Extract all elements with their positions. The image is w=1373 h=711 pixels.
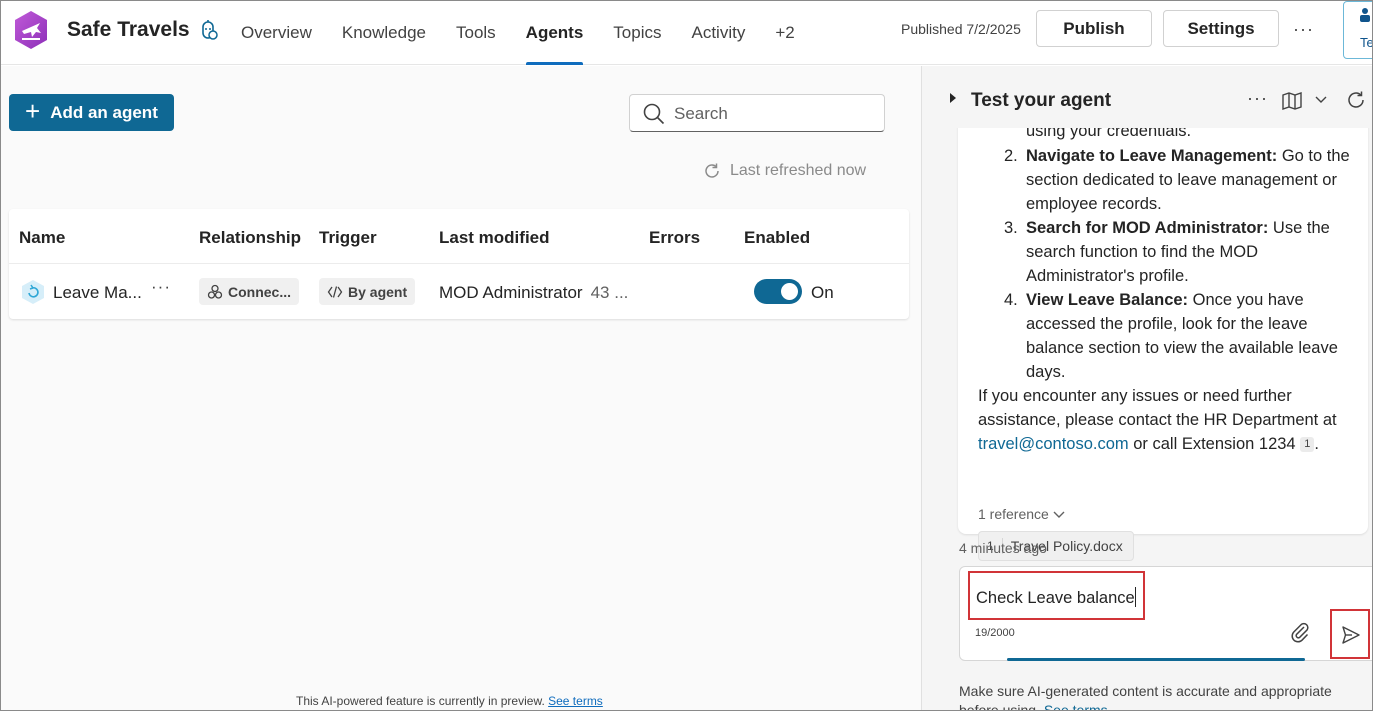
send-icon xyxy=(1342,626,1360,644)
tab-topics[interactable]: Topics xyxy=(601,1,673,65)
character-counter: 19/2000 xyxy=(975,627,1015,639)
step-title: Search for MOD Administrator: xyxy=(1026,219,1269,237)
refresh-icon xyxy=(705,163,719,178)
main-nav: Overview Knowledge Tools Agents Topics A… xyxy=(229,1,813,65)
tab-overflow[interactable]: +2 xyxy=(763,1,806,65)
search-icon xyxy=(643,103,665,125)
last-modified-by: MOD Administrator xyxy=(439,283,583,302)
closing-end: . xyxy=(1314,435,1319,453)
attach-icon[interactable] xyxy=(1290,621,1310,643)
step-item: Navigate to Leave Management: Go to the … xyxy=(1026,144,1351,216)
tab-activity[interactable]: Activity xyxy=(679,1,757,65)
disclaimer-text: Make sure AI-generated content is accura… xyxy=(959,683,1332,711)
tab-tools[interactable]: Tools xyxy=(444,1,508,65)
step-title: View Leave Balance: xyxy=(1026,291,1189,309)
collapse-caret-icon[interactable] xyxy=(950,93,956,103)
closing-text-2: or call Extension 1234 xyxy=(1133,435,1296,453)
person-icon xyxy=(1360,8,1370,22)
email-link[interactable]: travel@contoso.com xyxy=(978,435,1129,453)
trigger-chip: By agent xyxy=(319,278,416,305)
tab-knowledge[interactable]: Knowledge xyxy=(330,1,438,65)
bot-message-card: using your credentials. 2. Navigate to L… xyxy=(958,106,1368,561)
published-status: Published 7/2/2025 xyxy=(901,21,1021,37)
agent-settings-icon[interactable] xyxy=(197,19,219,41)
more-options-icon[interactable]: ··· xyxy=(1293,19,1314,40)
step-number: 2. xyxy=(1004,147,1018,165)
last-refreshed-label: Last refreshed now xyxy=(730,162,867,179)
ai-disclaimer: Make sure AI-generated content is accura… xyxy=(959,682,1359,711)
chevron-down-icon[interactable] xyxy=(1314,94,1328,104)
safe-travels-logo xyxy=(15,11,47,49)
last-modified-when: 43 ... xyxy=(590,283,629,302)
test-button[interactable]: Te xyxy=(1343,1,1373,59)
citation-marker[interactable]: 1 xyxy=(1300,437,1315,452)
preview-note: This AI-powered feature is currently in … xyxy=(296,694,603,708)
message-timestamp: 4 minutes ago xyxy=(959,540,1047,556)
refresh-icon[interactable] xyxy=(1346,90,1366,110)
see-terms-link[interactable]: See terms xyxy=(548,694,603,708)
add-agent-button[interactable]: + Add an agent xyxy=(9,94,174,131)
message-input-value: Check Leave balance xyxy=(976,589,1135,607)
search-box[interactable] xyxy=(629,94,885,132)
enabled-toggle[interactable] xyxy=(754,279,802,304)
closing-text: If you encounter any issues or need furt… xyxy=(978,387,1337,429)
relationship-label: Connec... xyxy=(228,283,292,300)
last-modified-cell: MOD Administrator 43 ... xyxy=(439,283,628,303)
step-number: 3. xyxy=(1004,219,1018,237)
code-icon xyxy=(327,285,343,298)
relationship-chip: Connec... xyxy=(199,278,300,305)
test-pane-title: Test your agent xyxy=(971,90,1112,111)
app-frame: Safe Travels Overview Knowledge Tools Ag… xyxy=(0,0,1373,711)
row-more-icon[interactable]: ··· xyxy=(151,277,171,297)
preview-note-text: This AI-powered feature is currently in … xyxy=(296,694,545,708)
more-options-icon[interactable]: ··· xyxy=(1247,88,1268,109)
reference-toggle[interactable]: 1 reference xyxy=(978,506,1065,522)
chevron-down-icon xyxy=(1053,511,1065,518)
step-item: Search for MOD Administrator: Use the se… xyxy=(1026,216,1351,288)
test-agent-pane: using your credentials. 2. Navigate to L… xyxy=(922,66,1372,711)
message-composer: Check Leave balance 19/2000 xyxy=(959,566,1372,661)
tab-overview[interactable]: Overview xyxy=(229,1,324,65)
settings-button[interactable]: Settings xyxy=(1163,10,1279,47)
enabled-label: On xyxy=(811,283,834,302)
input-focus-bar xyxy=(1007,658,1305,661)
column-last-modified[interactable]: Last modified xyxy=(439,228,550,248)
step-item: View Leave Balance: Once you have access… xyxy=(1026,288,1351,384)
column-errors[interactable]: Errors xyxy=(649,228,700,248)
test-pane-header: Test your agent ··· xyxy=(922,66,1372,128)
search-input[interactable] xyxy=(674,103,874,125)
column-name[interactable]: Name xyxy=(19,228,65,248)
step-title: Navigate to Leave Management: xyxy=(1026,147,1278,165)
trigger-label: By agent xyxy=(348,283,408,300)
test-button-label: Te xyxy=(1360,35,1373,50)
column-relationship[interactable]: Relationship xyxy=(199,228,301,248)
map-icon[interactable] xyxy=(1282,92,1302,110)
toggle-knob xyxy=(781,283,798,300)
message-closing: If you encounter any issues or need furt… xyxy=(978,384,1358,456)
reference-toggle-label: 1 reference xyxy=(978,506,1049,522)
connected-icon xyxy=(207,284,223,299)
text-caret xyxy=(1134,587,1136,607)
publish-button[interactable]: Publish xyxy=(1036,10,1152,47)
step-number: 4. xyxy=(1004,291,1018,309)
plus-icon: + xyxy=(25,96,41,126)
last-refreshed[interactable]: Last refreshed now xyxy=(703,162,866,180)
agents-table: Name Relationship Trigger Last modified … xyxy=(9,209,909,319)
column-trigger[interactable]: Trigger xyxy=(319,228,377,248)
agent-name[interactable]: Leave Ma... xyxy=(53,283,142,303)
column-enabled[interactable]: Enabled xyxy=(744,228,810,248)
header-divider xyxy=(9,263,909,264)
app-title: Safe Travels xyxy=(67,18,190,41)
top-bar: Safe Travels Overview Knowledge Tools Ag… xyxy=(1,1,1373,65)
agents-pane: + Add an agent Last refreshed now Name R… xyxy=(1,66,921,710)
send-button[interactable] xyxy=(1330,609,1370,659)
message-input[interactable]: Check Leave balance xyxy=(968,571,1145,620)
see-terms-link[interactable]: See terms xyxy=(1044,702,1108,710)
agent-icon xyxy=(22,280,44,304)
tab-agents[interactable]: Agents xyxy=(514,1,596,65)
add-agent-label: Add an agent xyxy=(50,102,158,122)
